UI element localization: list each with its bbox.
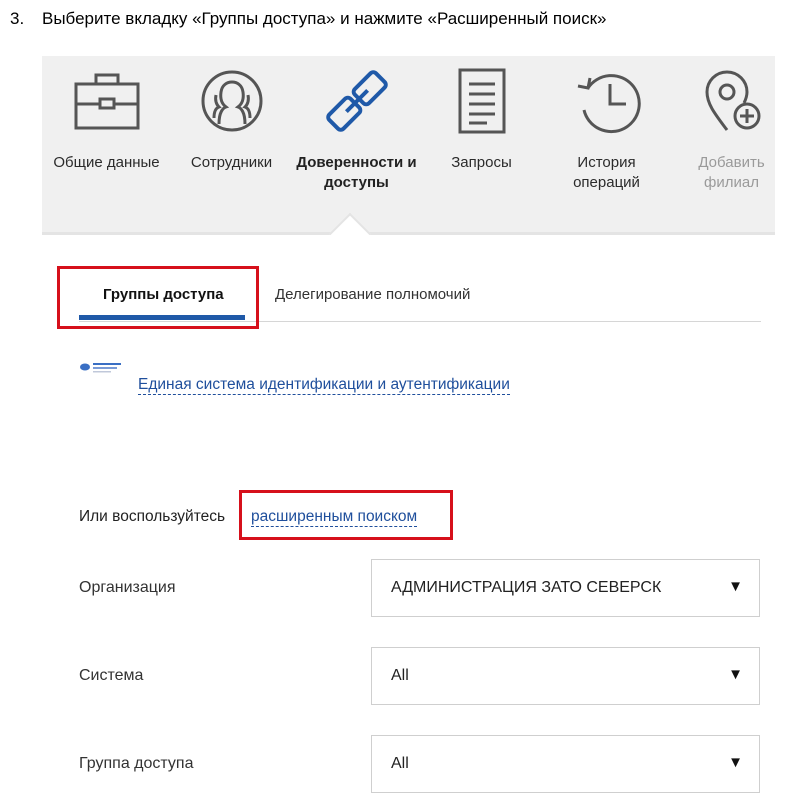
system-select-value: All (391, 667, 409, 684)
system-label: Система (79, 667, 144, 684)
nav-powers-access-label: Доверенности и доступы (296, 154, 417, 191)
history-clock-icon (577, 74, 641, 134)
section-nav: Общие данные Сотрудники Доверенности и д… (42, 56, 775, 232)
organization-label: Организация (79, 579, 176, 596)
content-area: Группы доступа Делегирование полномочий … (42, 235, 775, 793)
tab-delegation[interactable]: Делегирование полномочий (275, 286, 470, 303)
access-group-select-value: All (391, 755, 409, 772)
chevron-down-icon: ▼ (728, 754, 743, 771)
nav-add-branch[interactable]: Добавить филиал (669, 56, 794, 232)
system-select[interactable]: All ▼ (371, 647, 760, 705)
esia-logo-icon (80, 363, 121, 373)
nav-history[interactable]: История операций (544, 56, 669, 232)
nav-requests[interactable]: Запросы (419, 56, 544, 232)
esia-link[interactable]: Единая система идентификации и аутентифи… (138, 376, 510, 395)
chevron-down-icon: ▼ (728, 666, 743, 683)
access-group-select[interactable]: All ▼ (371, 735, 760, 793)
nav-history-label: История операций (573, 154, 640, 191)
nav-employees-label: Сотрудники (190, 154, 273, 171)
highlight-advanced-search-box (239, 490, 453, 540)
advanced-search-prefix: Или воспользуйтесь (79, 508, 226, 525)
highlight-tab-box (57, 266, 259, 329)
chevron-down-icon: ▼ (728, 578, 743, 595)
esia-row: Единая система идентификации и аутентифи… (79, 363, 510, 395)
nav-general-data[interactable]: Общие данные (44, 56, 169, 232)
document-icon (458, 68, 505, 134)
nav-general-data-label: Общие данные (53, 154, 160, 171)
instruction-number: 3. (10, 9, 25, 28)
chain-link-icon (325, 70, 388, 132)
nav-requests-label: Запросы (451, 154, 512, 171)
nav-employees[interactable]: Сотрудники (169, 56, 294, 232)
nav-powers-access[interactable]: Доверенности и доступы (294, 56, 419, 232)
organization-select-value: АДМИНИСТРАЦИЯ ЗАТО СЕВЕРСК (391, 579, 662, 596)
organization-select[interactable]: АДМИНИСТРАЦИЯ ЗАТО СЕВЕРСК ▼ (371, 559, 760, 617)
access-panel: Общие данные Сотрудники Доверенности и д… (42, 56, 775, 793)
people-icon (201, 70, 262, 132)
briefcase-icon (74, 73, 139, 130)
instruction-text: Выберите вкладку «Группы доступа» и нажм… (42, 9, 607, 28)
access-group-label: Группа доступа (79, 755, 194, 772)
add-location-icon (704, 70, 760, 131)
instruction-step: 3. Выберите вкладку «Группы доступа» и н… (10, 9, 606, 29)
nav-add-branch-label: Добавить филиал (698, 154, 765, 191)
